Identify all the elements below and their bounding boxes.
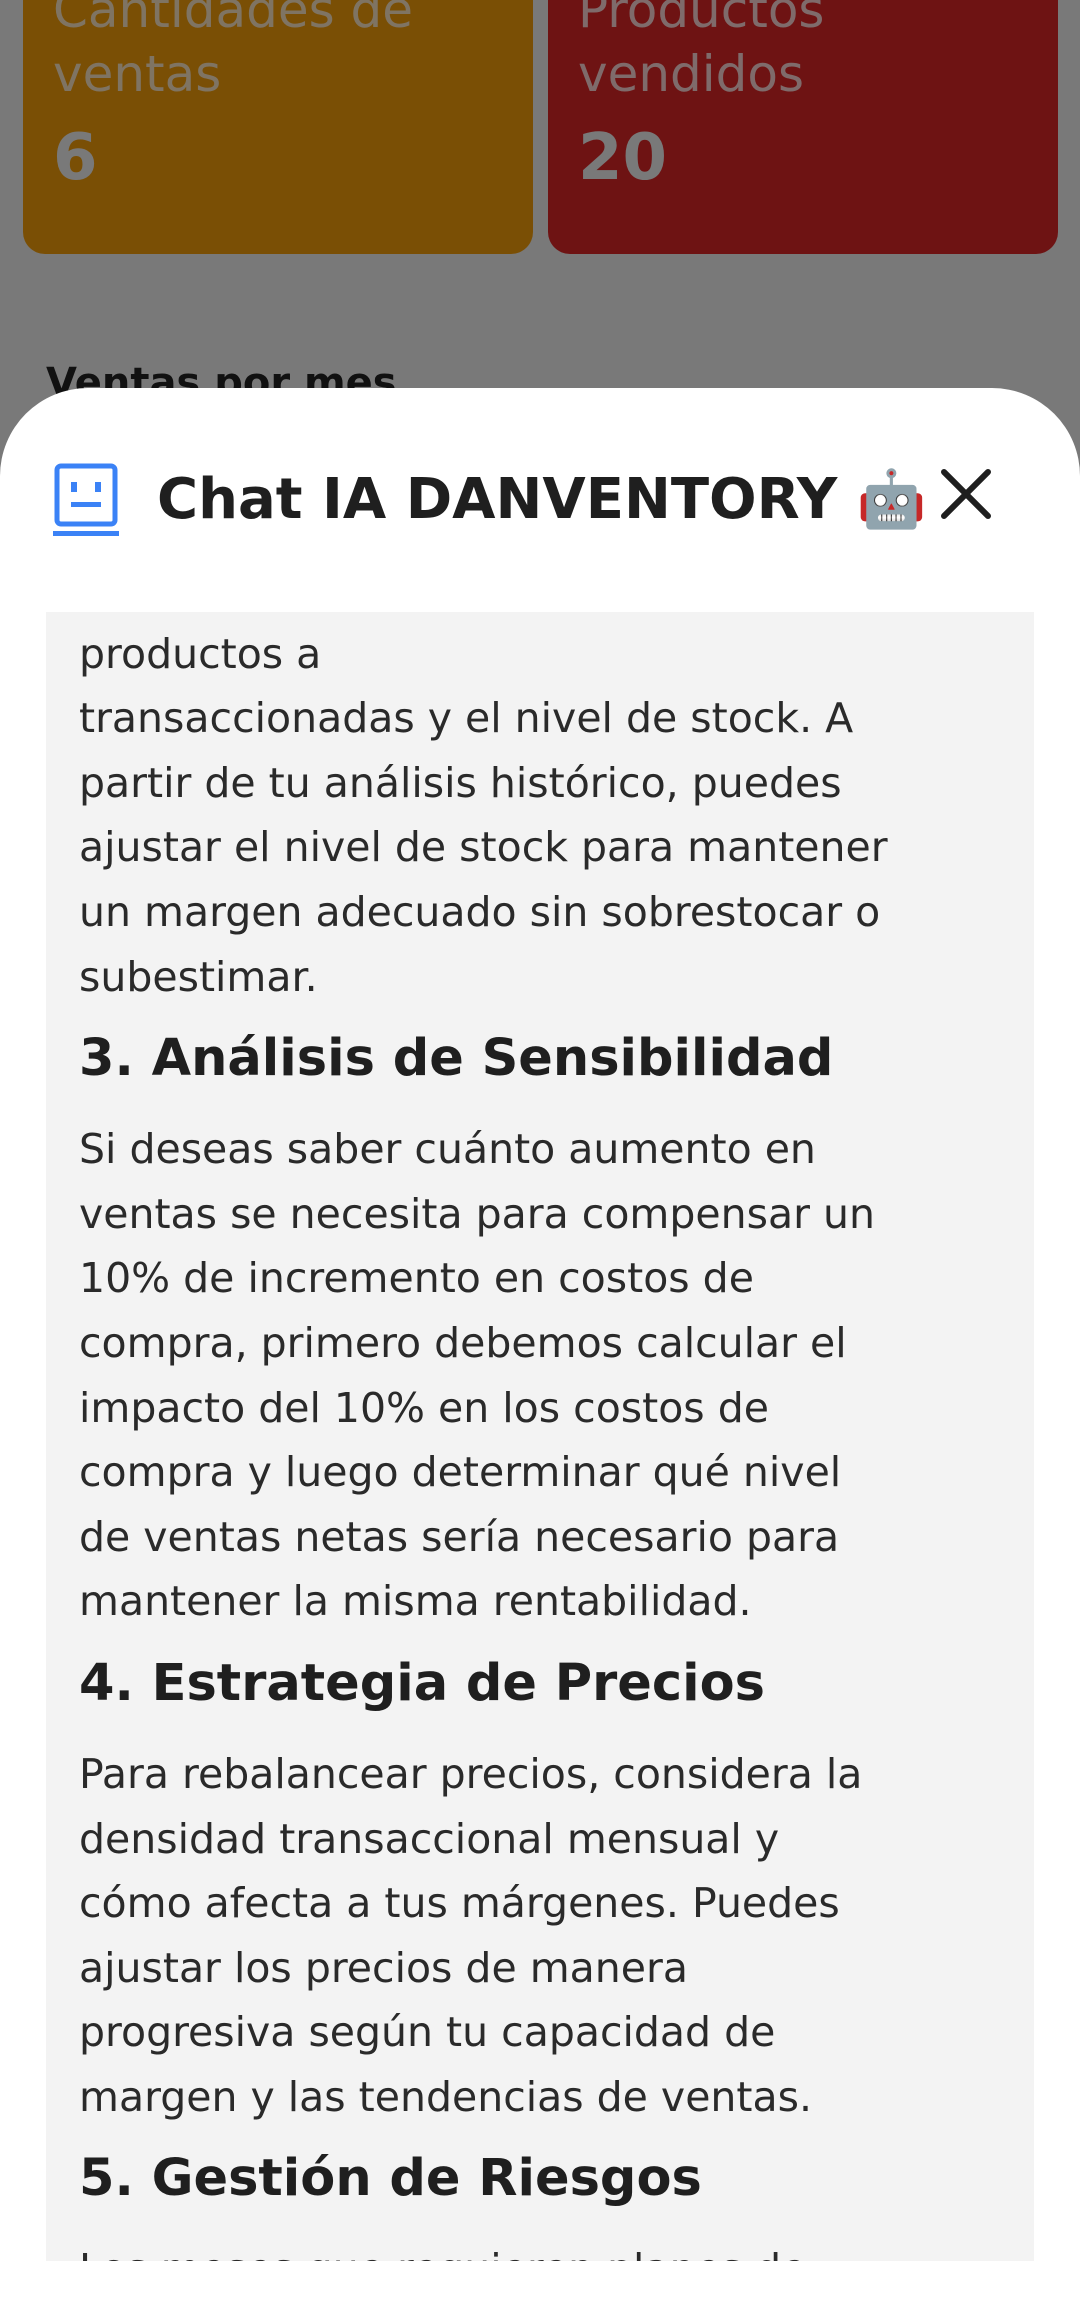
message-heading: 5. Gestión de Riesgos	[79, 2149, 702, 2209]
message-paragraph: Si deseas saber cuánto aumento en ventas…	[79, 1125, 875, 1626]
chat-message-scroll[interactable]: Los meses con más ventas requieren más p…	[46, 612, 1034, 2261]
chat-header: Chat IA DANVENTORY 🤖	[0, 388, 1080, 588]
chat-title: Chat IA DANVENTORY 🤖	[157, 467, 927, 532]
message-paragraph: Para rebalancear precios, considera la d…	[79, 1749, 863, 2121]
ai-message: Los meses con más ventas requieren más p…	[79, 612, 1014, 2261]
message-heading: 4. Estrategia de Precios	[79, 1653, 765, 1713]
chat-bottom-sheet: Chat IA DANVENTORY 🤖 Los meses con más v…	[0, 388, 1080, 2307]
close-icon[interactable]	[930, 458, 1002, 530]
message-paragraph: Los meses con más ventas requieren más p…	[79, 612, 940, 1001]
message-heading: 3. Análisis de Sensibilidad	[79, 1029, 834, 1089]
message-paragraph: Los meses que requieren planes de	[79, 2237, 1014, 2261]
robot-face-icon	[53, 463, 119, 536]
